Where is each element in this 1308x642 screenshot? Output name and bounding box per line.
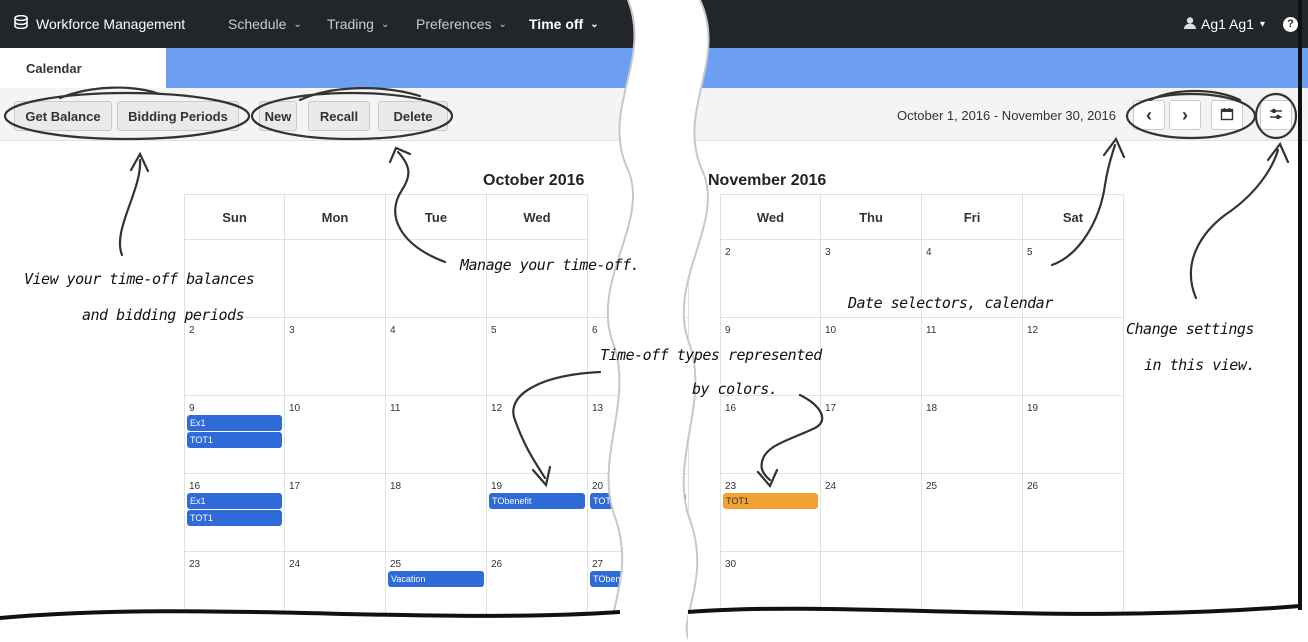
annotation-balances-line2: and bidding periods xyxy=(82,306,245,324)
annotation-settings-line1: Change settings xyxy=(1126,320,1254,338)
annotation-balances-line1: View your time-off balances xyxy=(24,270,255,288)
annotation-types-line1: Time-off types represented xyxy=(600,346,822,364)
annotation-settings-line2: in this view. xyxy=(1144,356,1255,374)
annotation-manage: Manage your time-off. xyxy=(460,256,640,274)
annotation-types-line2: by colors. xyxy=(692,380,778,398)
annotation-date-selectors: Date selectors, calendar xyxy=(848,294,1053,312)
